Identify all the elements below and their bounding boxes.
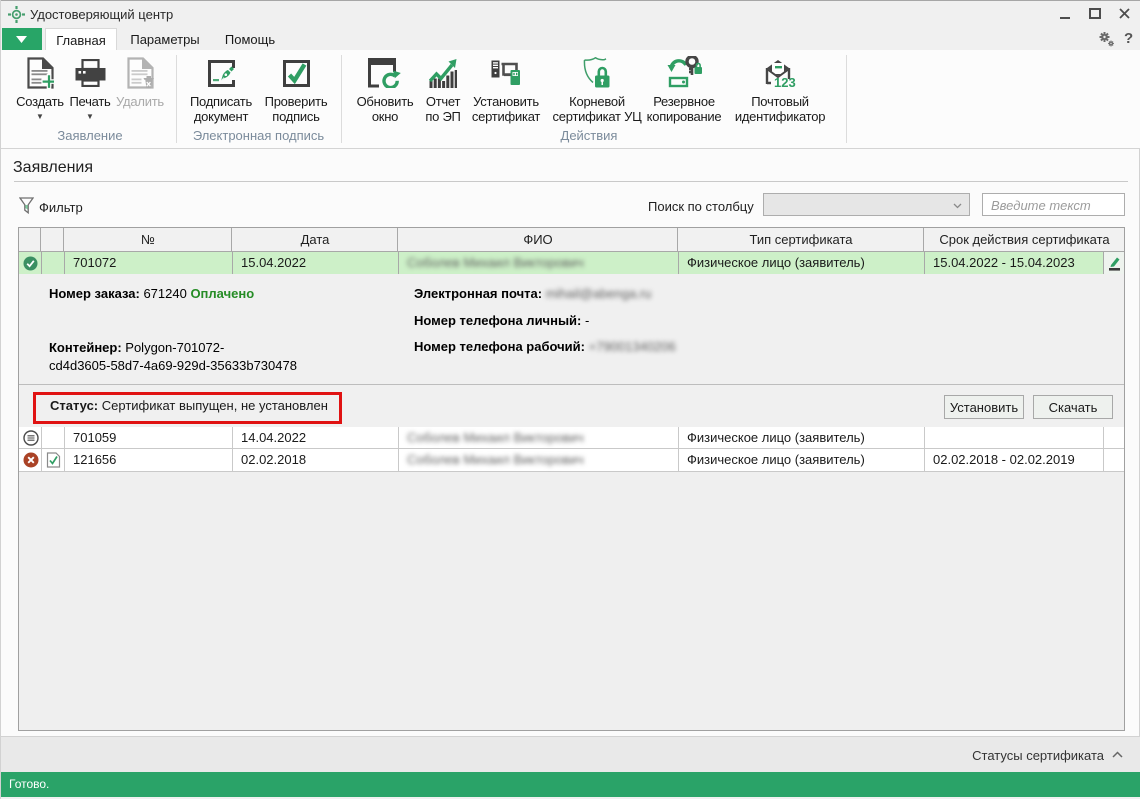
svg-text:123: 123 [774,75,796,89]
